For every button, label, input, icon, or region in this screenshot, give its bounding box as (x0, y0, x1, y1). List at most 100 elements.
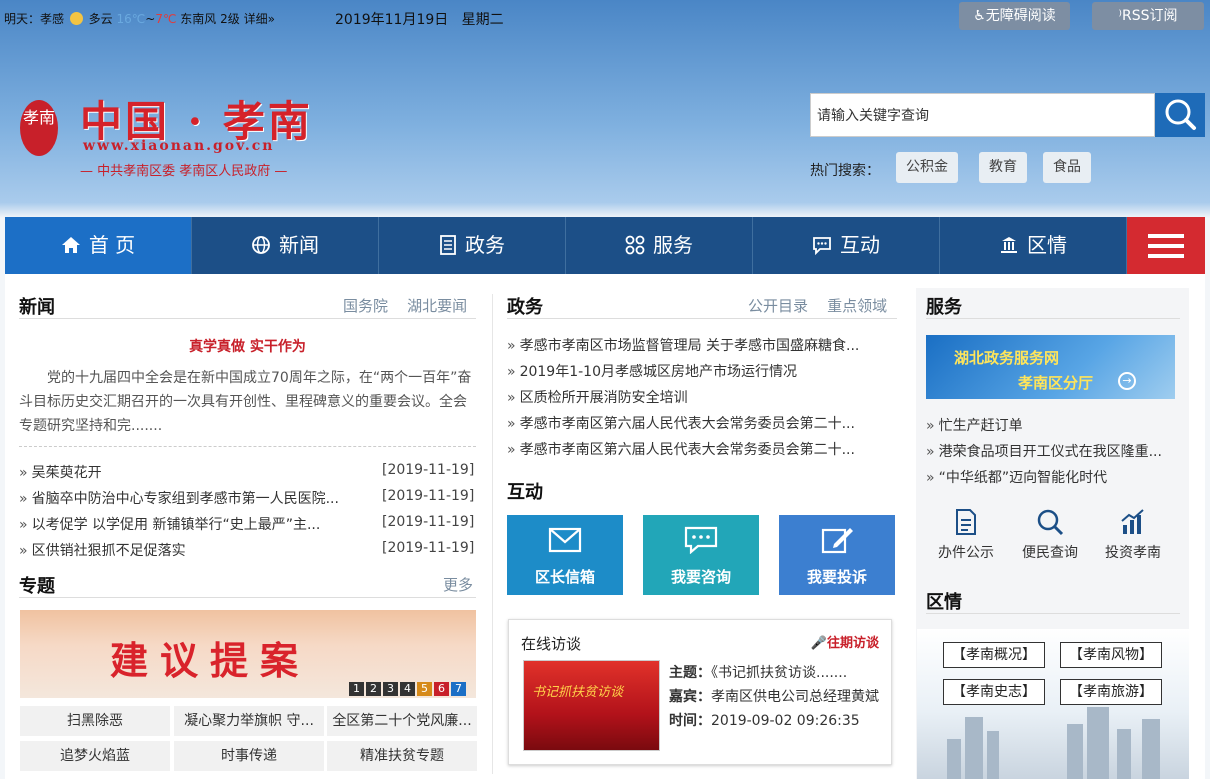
grid-icon (625, 235, 645, 255)
gov-item-title: 区质检所开展消防安全培训 (519, 390, 688, 406)
service-public-notice[interactable]: 办件公示 (931, 508, 1001, 562)
menu-button[interactable] (1127, 217, 1205, 274)
hubei-gov-service-banner[interactable]: 湖北政务服务网 孝南区分厅 → (926, 335, 1175, 399)
service-inquiry[interactable]: 便民查询 (1015, 508, 1085, 562)
banner-text: 建议提案 (110, 638, 311, 683)
search-input[interactable] (810, 93, 1155, 137)
topic-item[interactable]: 全区第二十个党风廉... (327, 706, 477, 736)
service-item[interactable]: » “中华纸都”迈向智能化时代 (926, 467, 1180, 487)
interview-info: 主题：《书记抓扶贫访谈....... 嘉宾：孝南区供电公司总经理黄斌 时间：20… (669, 661, 884, 733)
interview-thumbnail[interactable]: 书记抓扶贫访谈 (523, 660, 660, 751)
interact-section-title: 互动 (507, 482, 543, 503)
topics-section-title: 专题 (19, 576, 55, 597)
gov-item[interactable]: » 区质检所开展消防安全培训 (507, 387, 892, 407)
service-item[interactable]: » 港荣食品项目开工仪式在我区隆重... (926, 441, 1180, 461)
tile-label: 我要咨询 (670, 568, 731, 586)
pager-dot[interactable]: 4 (400, 682, 415, 696)
gov-item[interactable]: » 孝感市孝南区市场监督管理局 关于孝感市国盛麻糖食... (507, 335, 892, 355)
topic-item[interactable]: 精准扶贫专题 (327, 741, 477, 771)
area-specialties-button[interactable]: 【孝南风物】 (1060, 642, 1162, 668)
gov-link-catalog[interactable]: 公开目录 (748, 297, 808, 315)
interview-topic[interactable]: 《书记抓扶贫访谈....... (711, 665, 847, 681)
hot-tag[interactable]: 教育 (979, 152, 1027, 183)
service-item[interactable]: » 忙生产赶订单 (926, 415, 1180, 435)
nav-label: 服务 (653, 233, 693, 257)
main-nav: 首 页 新闻 政务 服务 互动 区情 (5, 217, 1205, 274)
top-bar: 明天：孝感 多云 16℃~7℃ 东南风 2级 详细» 2019年11月19日 星… (0, 0, 1210, 34)
news-item-title: 吴茱萸花开 (31, 465, 102, 481)
area-overview-button[interactable]: 【孝南概况】 (943, 642, 1045, 668)
rss-button[interactable]: ⁾RSS订阅 (1092, 2, 1204, 30)
nav-home[interactable]: 首 页 (5, 217, 192, 274)
news-summary[interactable]: 党的十九届四中全会是在新中国成立70周年之际，在“两个一百年”奋斗目标历史交汇期… (19, 366, 476, 438)
main-content: 新闻 国务院 湖北要闻 真学真做 实干作为 党的十九届四中全会是在新中国成立70… (5, 274, 1205, 779)
hot-tag[interactable]: 食品 (1043, 152, 1091, 183)
mail-icon (548, 527, 582, 553)
area-history-button[interactable]: 【孝南史志】 (943, 679, 1045, 705)
document-icon (956, 509, 976, 535)
news-item[interactable]: » 区供销社狠抓不足促落实 (19, 540, 364, 560)
date-text: 2019年11月19日 (335, 12, 449, 28)
microphone-icon: 🎤 (810, 636, 827, 651)
area-tourism-button[interactable]: 【孝南旅游】 (1060, 679, 1162, 705)
area-section-title: 区情 (926, 592, 962, 613)
pager-dot[interactable]: 7 (451, 682, 466, 696)
gov-item[interactable]: » 孝感市孝南区第六届人民代表大会常务委员会第二十... (507, 439, 892, 459)
service-icon-label: 办件公示 (938, 545, 994, 561)
temp-low: 16℃ (116, 12, 146, 26)
home-icon (61, 237, 80, 253)
topics-more-link[interactable]: 更多 (443, 574, 473, 595)
weather-info: 明天：孝感 多云 16℃~7℃ 东南风 2级 详细» (4, 10, 275, 27)
consult-tile[interactable]: 我要咨询 (643, 515, 759, 595)
banner-line-1: 湖北政务服务网 (954, 349, 1060, 367)
pager-dot[interactable]: 1 (349, 682, 364, 696)
nav-gov[interactable]: 政务 (379, 217, 566, 274)
pager-dot[interactable]: 5 (417, 682, 432, 696)
nav-news[interactable]: 新闻 (192, 217, 379, 274)
search-button[interactable] (1155, 93, 1205, 137)
arrow-right-icon: → (1118, 372, 1136, 390)
past-interviews-link[interactable]: 🎤往期访谈 (811, 632, 879, 651)
gov-item-title: 2019年1-10月孝感城区房地产市场运行情况 (519, 364, 797, 380)
service-item-title: 忙生产赶订单 (938, 418, 1023, 434)
accessibility-button[interactable]: ♿无障碍阅读 (959, 2, 1070, 30)
weekday-text: 星期二 (461, 12, 504, 28)
news-link-hubei[interactable]: 湖北要闻 (407, 297, 467, 315)
topic-item[interactable]: 扫黑除恶 (20, 706, 170, 736)
service-icon-label: 便民查询 (1022, 545, 1078, 561)
gov-item[interactable]: » 孝感市孝南区第六届人民代表大会常务委员会第二十... (507, 413, 892, 433)
hot-tag[interactable]: 公积金 (896, 152, 958, 183)
nav-area[interactable]: 区情 (940, 217, 1127, 274)
document-icon (440, 235, 456, 255)
nav-interact[interactable]: 互动 (753, 217, 940, 274)
complaint-tile[interactable]: 我要投诉 (779, 515, 895, 595)
topic-banner[interactable]: 建议提案 1234567 (20, 610, 476, 698)
news-item[interactable]: » 以考促学 以学促用 新铺镇举行“史上最严”主... (19, 514, 364, 534)
topic-item[interactable]: 凝心聚力举旗帜 守... (174, 706, 324, 736)
mayor-mailbox-tile[interactable]: 区长信箱 (507, 515, 623, 595)
search-icon (1037, 509, 1064, 536)
hot-search-label: 热门搜索： (810, 163, 880, 179)
news-item-date: [2019-11-19] (382, 488, 475, 504)
rss-label: RSS订阅 (1121, 8, 1178, 24)
news-item[interactable]: » 吴茱萸花开 (19, 462, 364, 482)
gov-item-title: 孝感市孝南区第六届人民代表大会常务委员会第二十... (519, 416, 855, 432)
weather-detail-link[interactable]: 详细» (244, 12, 275, 26)
edit-icon (821, 528, 853, 554)
news-link-state-council[interactable]: 国务院 (343, 297, 388, 315)
topic-item[interactable]: 追梦火焰蓝 (20, 741, 170, 771)
nav-label: 新闻 (279, 233, 319, 257)
service-investment[interactable]: 投资孝南 (1098, 508, 1168, 562)
gov-item[interactable]: » 2019年1-10月孝感城区房地产市场运行情况 (507, 361, 892, 381)
gov-item-title: 孝感市孝南区市场监督管理局 关于孝感市国盛麻糖食... (519, 338, 860, 354)
nav-service[interactable]: 服务 (566, 217, 753, 274)
news-item[interactable]: » 省脑卒中防治中心专家组到孝感市第一人民医院... (19, 488, 364, 508)
nav-label: 互动 (840, 233, 880, 257)
pager-dot[interactable]: 3 (383, 682, 398, 696)
news-headline[interactable]: 真学真做 实干作为 (19, 336, 476, 356)
pager-dot[interactable]: 2 (366, 682, 381, 696)
gov-link-key-areas[interactable]: 重点领域 (827, 297, 887, 315)
pager-dot[interactable]: 6 (434, 682, 449, 696)
news-item-title: 以考促学 以学促用 新铺镇举行“史上最严”主... (31, 517, 321, 533)
topic-item[interactable]: 时事传递 (174, 741, 324, 771)
